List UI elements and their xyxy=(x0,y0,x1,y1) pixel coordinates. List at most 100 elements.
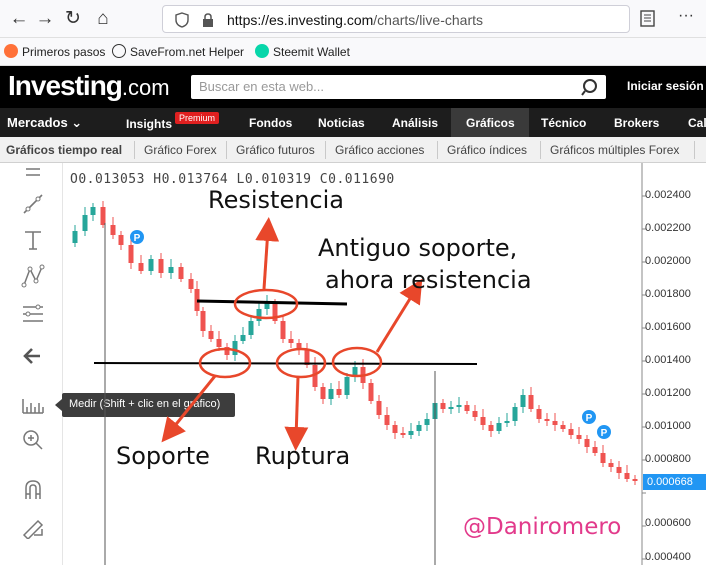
candle-body xyxy=(528,395,534,409)
subnav-tiempo-real[interactable]: Gráficos tiempo real xyxy=(6,143,122,157)
candle-body xyxy=(232,341,238,355)
search-icon[interactable] xyxy=(581,77,601,97)
candle-body xyxy=(480,417,486,425)
candle-body xyxy=(512,407,518,421)
candle-body xyxy=(148,259,154,271)
forward-arrow-icon[interactable]: → xyxy=(34,8,56,30)
subnav-indices[interactable]: Gráfico índices xyxy=(447,143,527,157)
magnet-icon[interactable] xyxy=(20,477,46,503)
nav-insights[interactable]: Insights xyxy=(126,117,172,131)
subnav-divider xyxy=(226,141,227,159)
candle-body xyxy=(110,225,116,235)
nav-cal[interactable]: Cal xyxy=(688,116,706,130)
url-bar[interactable]: https://es.investing.com/charts/live-cha… xyxy=(162,5,630,33)
candle-body xyxy=(608,463,614,467)
candle-body xyxy=(200,311,206,331)
candle-body xyxy=(384,415,390,425)
price-tick: 0.002200 xyxy=(645,222,691,234)
main-nav: Mercados ⌄ Insights Fondos Noticias Anál… xyxy=(0,108,706,137)
p-marker[interactable]: P xyxy=(130,230,144,244)
candle-body xyxy=(456,405,462,407)
candle-body xyxy=(368,383,374,401)
candle-body xyxy=(344,377,350,395)
bookmark-primeros-pasos[interactable]: Primeros pasos xyxy=(4,44,105,59)
reader-view-icon[interactable] xyxy=(640,10,656,28)
candle-body xyxy=(616,467,622,473)
more-options-icon[interactable]: ··· xyxy=(678,7,694,25)
candle-body xyxy=(488,425,494,431)
subnav-multiples-forex[interactable]: Gráficos múltiples Forex xyxy=(550,143,679,157)
break-arrow xyxy=(284,376,309,451)
nav-fondos[interactable]: Fondos xyxy=(249,116,292,130)
lock-icon xyxy=(203,13,213,27)
fibonacci-icon[interactable] xyxy=(20,301,46,327)
back-arrow-icon[interactable]: ← xyxy=(8,8,30,30)
bookmark-steemit[interactable]: Steemit Wallet xyxy=(255,44,350,59)
support-arrow xyxy=(161,375,217,443)
candle-body xyxy=(400,433,406,435)
subnav-forex[interactable]: Gráfico Forex xyxy=(144,143,217,157)
subnav-acciones[interactable]: Gráfico acciones xyxy=(335,143,424,157)
back-arrow-tool-icon[interactable] xyxy=(20,343,46,369)
candle-body xyxy=(118,235,124,245)
candle-body xyxy=(208,331,214,339)
candle-body xyxy=(552,421,558,425)
text-icon[interactable] xyxy=(20,227,46,253)
steemit-icon xyxy=(255,44,269,58)
candle-body xyxy=(216,339,222,347)
resistance-line xyxy=(196,299,348,306)
search-input[interactable]: Buscar en esta web... xyxy=(191,75,606,99)
bookmark-savefrom[interactable]: SaveFrom.net Helper xyxy=(112,44,244,59)
nav-graficos[interactable]: Gráficos xyxy=(466,116,515,130)
login-link[interactable]: Iniciar sesión xyxy=(627,79,704,93)
candle-body xyxy=(464,405,470,411)
nav-brokers[interactable]: Brokers xyxy=(614,116,659,130)
nav-tecnico[interactable]: Técnico xyxy=(541,116,586,130)
candle-body xyxy=(632,479,638,481)
p-marker[interactable]: P xyxy=(582,410,596,424)
candle-body xyxy=(416,425,422,431)
candle-body xyxy=(408,431,414,435)
svg-text:P: P xyxy=(134,233,141,244)
reload-icon[interactable]: ↻ xyxy=(62,8,84,30)
annotation-antiguo-soporte: Antiguo soporte, xyxy=(318,234,518,262)
subnav-futuros[interactable]: Gráfico futuros xyxy=(236,143,315,157)
candle-body xyxy=(178,267,184,279)
candle-body xyxy=(128,245,134,263)
nav-analisis[interactable]: Análisis xyxy=(392,116,438,130)
candle-body xyxy=(544,419,550,421)
cursor-icon[interactable] xyxy=(20,165,46,191)
browser-toolbar: ← → ↻ ⌂ https://es.investing.com/charts/… xyxy=(0,0,706,38)
subnav-divider xyxy=(540,141,541,159)
candle-body xyxy=(240,335,246,341)
price-chart[interactable]: P P P xyxy=(63,163,706,565)
annotation-soporte: Soporte xyxy=(116,442,210,470)
price-axis-ticks xyxy=(642,195,646,560)
price-tick: 0.001600 xyxy=(645,321,691,333)
pattern-icon[interactable] xyxy=(20,263,46,289)
subnav-divider xyxy=(694,141,695,159)
candle-body xyxy=(536,409,542,419)
zoom-in-icon[interactable] xyxy=(20,427,46,453)
candle-body xyxy=(376,401,382,415)
p-marker[interactable]: P xyxy=(597,425,611,439)
annotation-ahora-resistencia: ahora resistencia xyxy=(325,266,532,294)
price-tick: 0.001800 xyxy=(645,288,691,300)
investing-logo[interactable]: Investing.com xyxy=(8,70,170,102)
candle-body xyxy=(472,411,478,417)
trend-line-icon[interactable] xyxy=(20,191,46,217)
candle-body xyxy=(82,215,88,231)
ohlc-readout: O0.013053 H0.013764 L0.010319 C0.011690 xyxy=(70,172,395,187)
sub-nav: Gráficos tiempo real Gráfico Forex Gráfi… xyxy=(0,137,706,163)
candle-body xyxy=(504,421,510,423)
price-tick: 0.002400 xyxy=(645,189,691,201)
globe-icon xyxy=(112,44,126,58)
nav-mercados[interactable]: Mercados ⌄ xyxy=(7,115,82,131)
lock-drawing-icon[interactable] xyxy=(20,513,46,539)
candle-body xyxy=(576,435,582,439)
svg-text:P: P xyxy=(601,428,608,439)
home-icon[interactable]: ⌂ xyxy=(92,8,114,30)
candle-body xyxy=(568,429,574,435)
nav-noticias[interactable]: Noticias xyxy=(318,116,365,130)
ruler-icon[interactable] xyxy=(20,393,46,419)
